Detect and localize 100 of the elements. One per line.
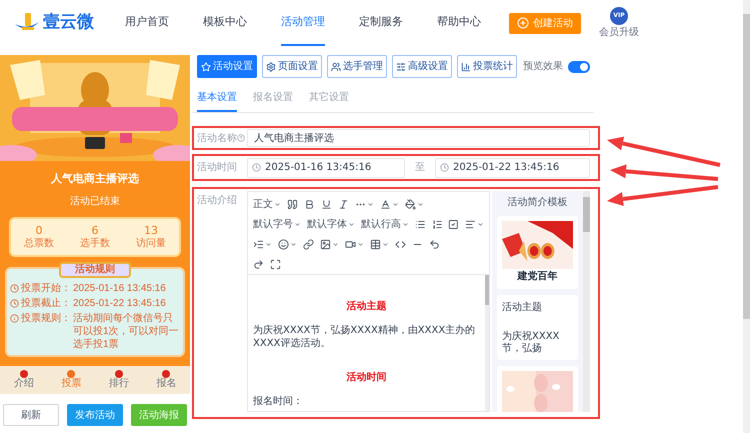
nav-item[interactable]: 模板中心 (203, 0, 247, 46)
field-label: 活动时间 (197, 160, 238, 175)
image-icon[interactable] (320, 238, 331, 250)
bottom-nav-item[interactable]: 报名 (156, 378, 176, 390)
paragraph-style-dropdown[interactable]: 正文 (253, 196, 281, 212)
font-size-dropdown[interactable]: 默认字号 (253, 216, 301, 232)
activity-status: 活动已结束 (70, 194, 120, 208)
end-time-input[interactable]: 2025-01-22 13:45:16 (435, 158, 590, 178)
template-panel-title: 活动简介模板 (508, 196, 568, 210)
nav-item[interactable]: 帮助中心 (437, 0, 481, 46)
bullet-list-icon[interactable] (415, 218, 426, 230)
template-card[interactable]: 建党百年 (497, 216, 578, 289)
star-icon (201, 62, 211, 72)
rule-label: 投票规则： (21, 312, 71, 324)
vip-upgrade-label[interactable]: 会员升级 (599, 24, 639, 40)
settings-tab[interactable]: 基本设置 (197, 90, 237, 112)
nav-item[interactable]: 定制服务 (359, 0, 403, 46)
rule-label: 投票开始： (21, 282, 71, 294)
code-icon[interactable] (395, 238, 406, 250)
clock-icon (252, 163, 261, 172)
align-icon[interactable] (465, 218, 476, 230)
stat-label: 选手数 (80, 236, 110, 250)
quote-icon[interactable] (287, 198, 298, 210)
fullscreen-icon[interactable] (270, 258, 281, 270)
stat-label: 访问量 (136, 236, 166, 250)
line-height-dropdown[interactable]: 默认行高 (361, 216, 409, 232)
nav-dot-icon (114, 370, 123, 378)
start-time-input[interactable]: 2025-01-16 13:45:16 (247, 158, 405, 178)
sliders-icon (396, 62, 406, 72)
activity-title: 人气电商主播评选 (51, 171, 139, 187)
caret-icon (348, 220, 355, 228)
field-label: 活动介绍 (197, 194, 238, 208)
users-icon (331, 62, 341, 72)
bold-icon[interactable] (304, 198, 315, 210)
rule-value: 2025-01-22 13:45:16 (73, 296, 166, 310)
rules-title: 活动规则 (59, 262, 131, 278)
template-card[interactable]: 活动主题 为庆祝XXXX节，弘扬 (497, 295, 578, 360)
indent-icon[interactable] (253, 238, 264, 250)
content-heading: 活动时间 (346, 370, 388, 385)
checkbox-icon[interactable] (448, 218, 460, 230)
nav-dot-icon (20, 370, 28, 378)
clock-icon (10, 284, 19, 292)
clock-icon (440, 163, 449, 172)
font-color-icon[interactable] (380, 198, 391, 210)
stat-value: 0 (36, 224, 42, 236)
caret-icon (294, 220, 301, 228)
preview-toggle[interactable] (568, 60, 590, 72)
nav-item[interactable]: 用户首页 (125, 0, 169, 46)
range-separator: 至 (414, 161, 426, 175)
gear-icon (266, 62, 276, 72)
toolbar-button[interactable]: 高级设置 (392, 55, 452, 78)
caret-icon (392, 200, 399, 208)
caret-icon (332, 240, 339, 248)
caret-icon (265, 240, 272, 248)
nav-dot-icon (162, 370, 170, 378)
template-title: 活动主题 (502, 300, 543, 315)
bottom-nav-item[interactable]: 介绍 (14, 378, 34, 390)
stat-value: 6 (92, 224, 98, 236)
content-heading: 活动主题 (346, 299, 388, 314)
caret-icon (382, 240, 389, 248)
toolbar-button[interactable]: 投票统计 (457, 55, 517, 78)
template-scrollbar[interactable] (583, 191, 590, 412)
caret-icon (290, 240, 297, 248)
toolbar-button[interactable]: 页面设置 (262, 55, 322, 78)
rule-value: 活动期间每个微信号只可以投1次，可以对同一选手投1票 (73, 312, 180, 350)
toolbar-button[interactable]: 活动设置 (197, 55, 257, 78)
template-caption: 建党百年 (516, 270, 558, 284)
field-label: 活动名称 (197, 132, 237, 146)
nav-item[interactable]: 活动管理 (281, 0, 325, 46)
numbered-list-icon[interactable] (432, 218, 442, 230)
bar-chart-icon (461, 62, 471, 72)
undo-icon[interactable] (429, 238, 440, 250)
rule-value: 2025-01-16 13:45:16 (73, 282, 166, 294)
highlight-icon[interactable] (405, 198, 416, 210)
rich-text-editor[interactable]: 正文 默认字号 默认字体 默认行高 活动主题 为庆祝XXXX节，弘扬XXXX精神，由XXXX主办的XXXX评选活动。 活动时间 报名时间： (247, 191, 490, 412)
page-scrollbar[interactable] (743, 0, 750, 433)
caret-icon (417, 200, 424, 208)
font-family-dropdown[interactable]: 默认字体 (307, 216, 355, 232)
emoji-icon[interactable] (278, 238, 289, 250)
video-icon[interactable] (345, 238, 356, 250)
table-icon[interactable] (370, 238, 381, 250)
stat-label: 总票数 (24, 236, 54, 250)
clock-icon (10, 298, 19, 308)
help-icon (237, 134, 245, 142)
link-icon[interactable] (303, 238, 314, 250)
action-button[interactable]: 刷新 (3, 404, 59, 426)
underline-icon[interactable] (321, 198, 332, 210)
content-paragraph: 报名时间： (253, 395, 304, 408)
stat-value: 13 (144, 224, 158, 236)
name-input[interactable]: 人气电商主播评选 (247, 129, 590, 147)
logo-text: 壹云微 (43, 11, 94, 34)
rule-label: 投票截止： (21, 296, 71, 310)
bottom-nav-item[interactable]: 排行 (108, 378, 129, 390)
content-paragraph: 为庆祝XXXX节，弘扬XXXX精神，由XXXX主办的XXXX评选活动。 (253, 324, 476, 350)
preview-label: 预览效果 (523, 60, 563, 74)
redo-icon[interactable] (253, 258, 264, 270)
toolbar-button[interactable]: 选手管理 (327, 55, 387, 78)
caret-icon (477, 220, 484, 228)
template-text: 为庆祝XXXX节，弘扬 (502, 331, 560, 355)
italic-icon[interactable] (338, 198, 349, 210)
